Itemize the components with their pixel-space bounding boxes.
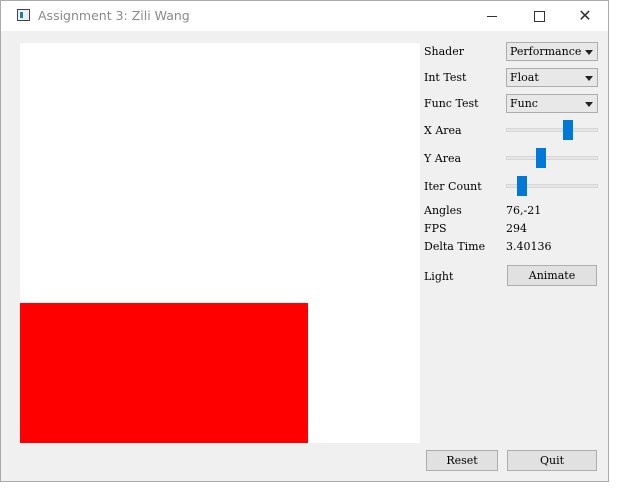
render-viewport[interactable] <box>20 43 420 443</box>
angles-value: 76,-21 <box>506 204 542 217</box>
close-icon: ✕ <box>578 6 592 25</box>
rendered-red-rectangle <box>20 303 308 443</box>
delta-time-label: Delta Time <box>424 240 486 253</box>
slider-handle[interactable] <box>563 120 573 140</box>
iter-count-slider[interactable] <box>506 175 598 197</box>
animate-button[interactable]: Animate <box>507 265 597 286</box>
chevron-down-icon <box>585 76 593 81</box>
func-test-dropdown[interactable]: Func <box>506 94 598 113</box>
delta-time-value: 3.40136 <box>506 240 552 253</box>
app-window-icon <box>17 9 30 21</box>
shader-dropdown[interactable]: Performance <box>506 42 598 61</box>
close-button[interactable]: ✕ <box>562 1 608 31</box>
slider-track <box>506 156 598 160</box>
minimize-icon <box>487 15 497 17</box>
fps-value: 294 <box>506 222 527 235</box>
minimize-button[interactable] <box>469 1 515 31</box>
title-bar: Assignment 3: Zili Wang ✕ <box>1 1 608 31</box>
maximize-icon <box>533 10 545 22</box>
x-area-label: X Area <box>424 124 462 137</box>
angles-label: Angles <box>424 204 462 217</box>
fps-label: FPS <box>424 222 447 235</box>
iter-count-label: Iter Count <box>424 180 482 193</box>
y-area-label: Y Area <box>424 152 462 165</box>
func-test-label: Func Test <box>424 97 479 110</box>
slider-handle[interactable] <box>517 176 527 196</box>
slider-track <box>506 128 598 132</box>
int-test-dropdown[interactable]: Float <box>506 68 598 87</box>
y-area-slider[interactable] <box>506 147 598 169</box>
chevron-down-icon <box>585 102 593 107</box>
shader-dropdown-value: Performance <box>510 45 582 58</box>
window-title: Assignment 3: Zili Wang <box>38 8 190 23</box>
chevron-down-icon <box>585 50 593 55</box>
func-test-dropdown-value: Func <box>510 97 538 110</box>
int-test-dropdown-value: Float <box>510 71 539 84</box>
quit-button[interactable]: Quit <box>507 450 597 471</box>
reset-button[interactable]: Reset <box>426 450 498 471</box>
x-area-slider[interactable] <box>506 119 598 141</box>
light-label: Light <box>424 270 454 283</box>
maximize-button[interactable] <box>516 1 562 31</box>
shader-label: Shader <box>424 45 464 58</box>
int-test-label: Int Test <box>424 71 467 84</box>
slider-handle[interactable] <box>536 148 546 168</box>
